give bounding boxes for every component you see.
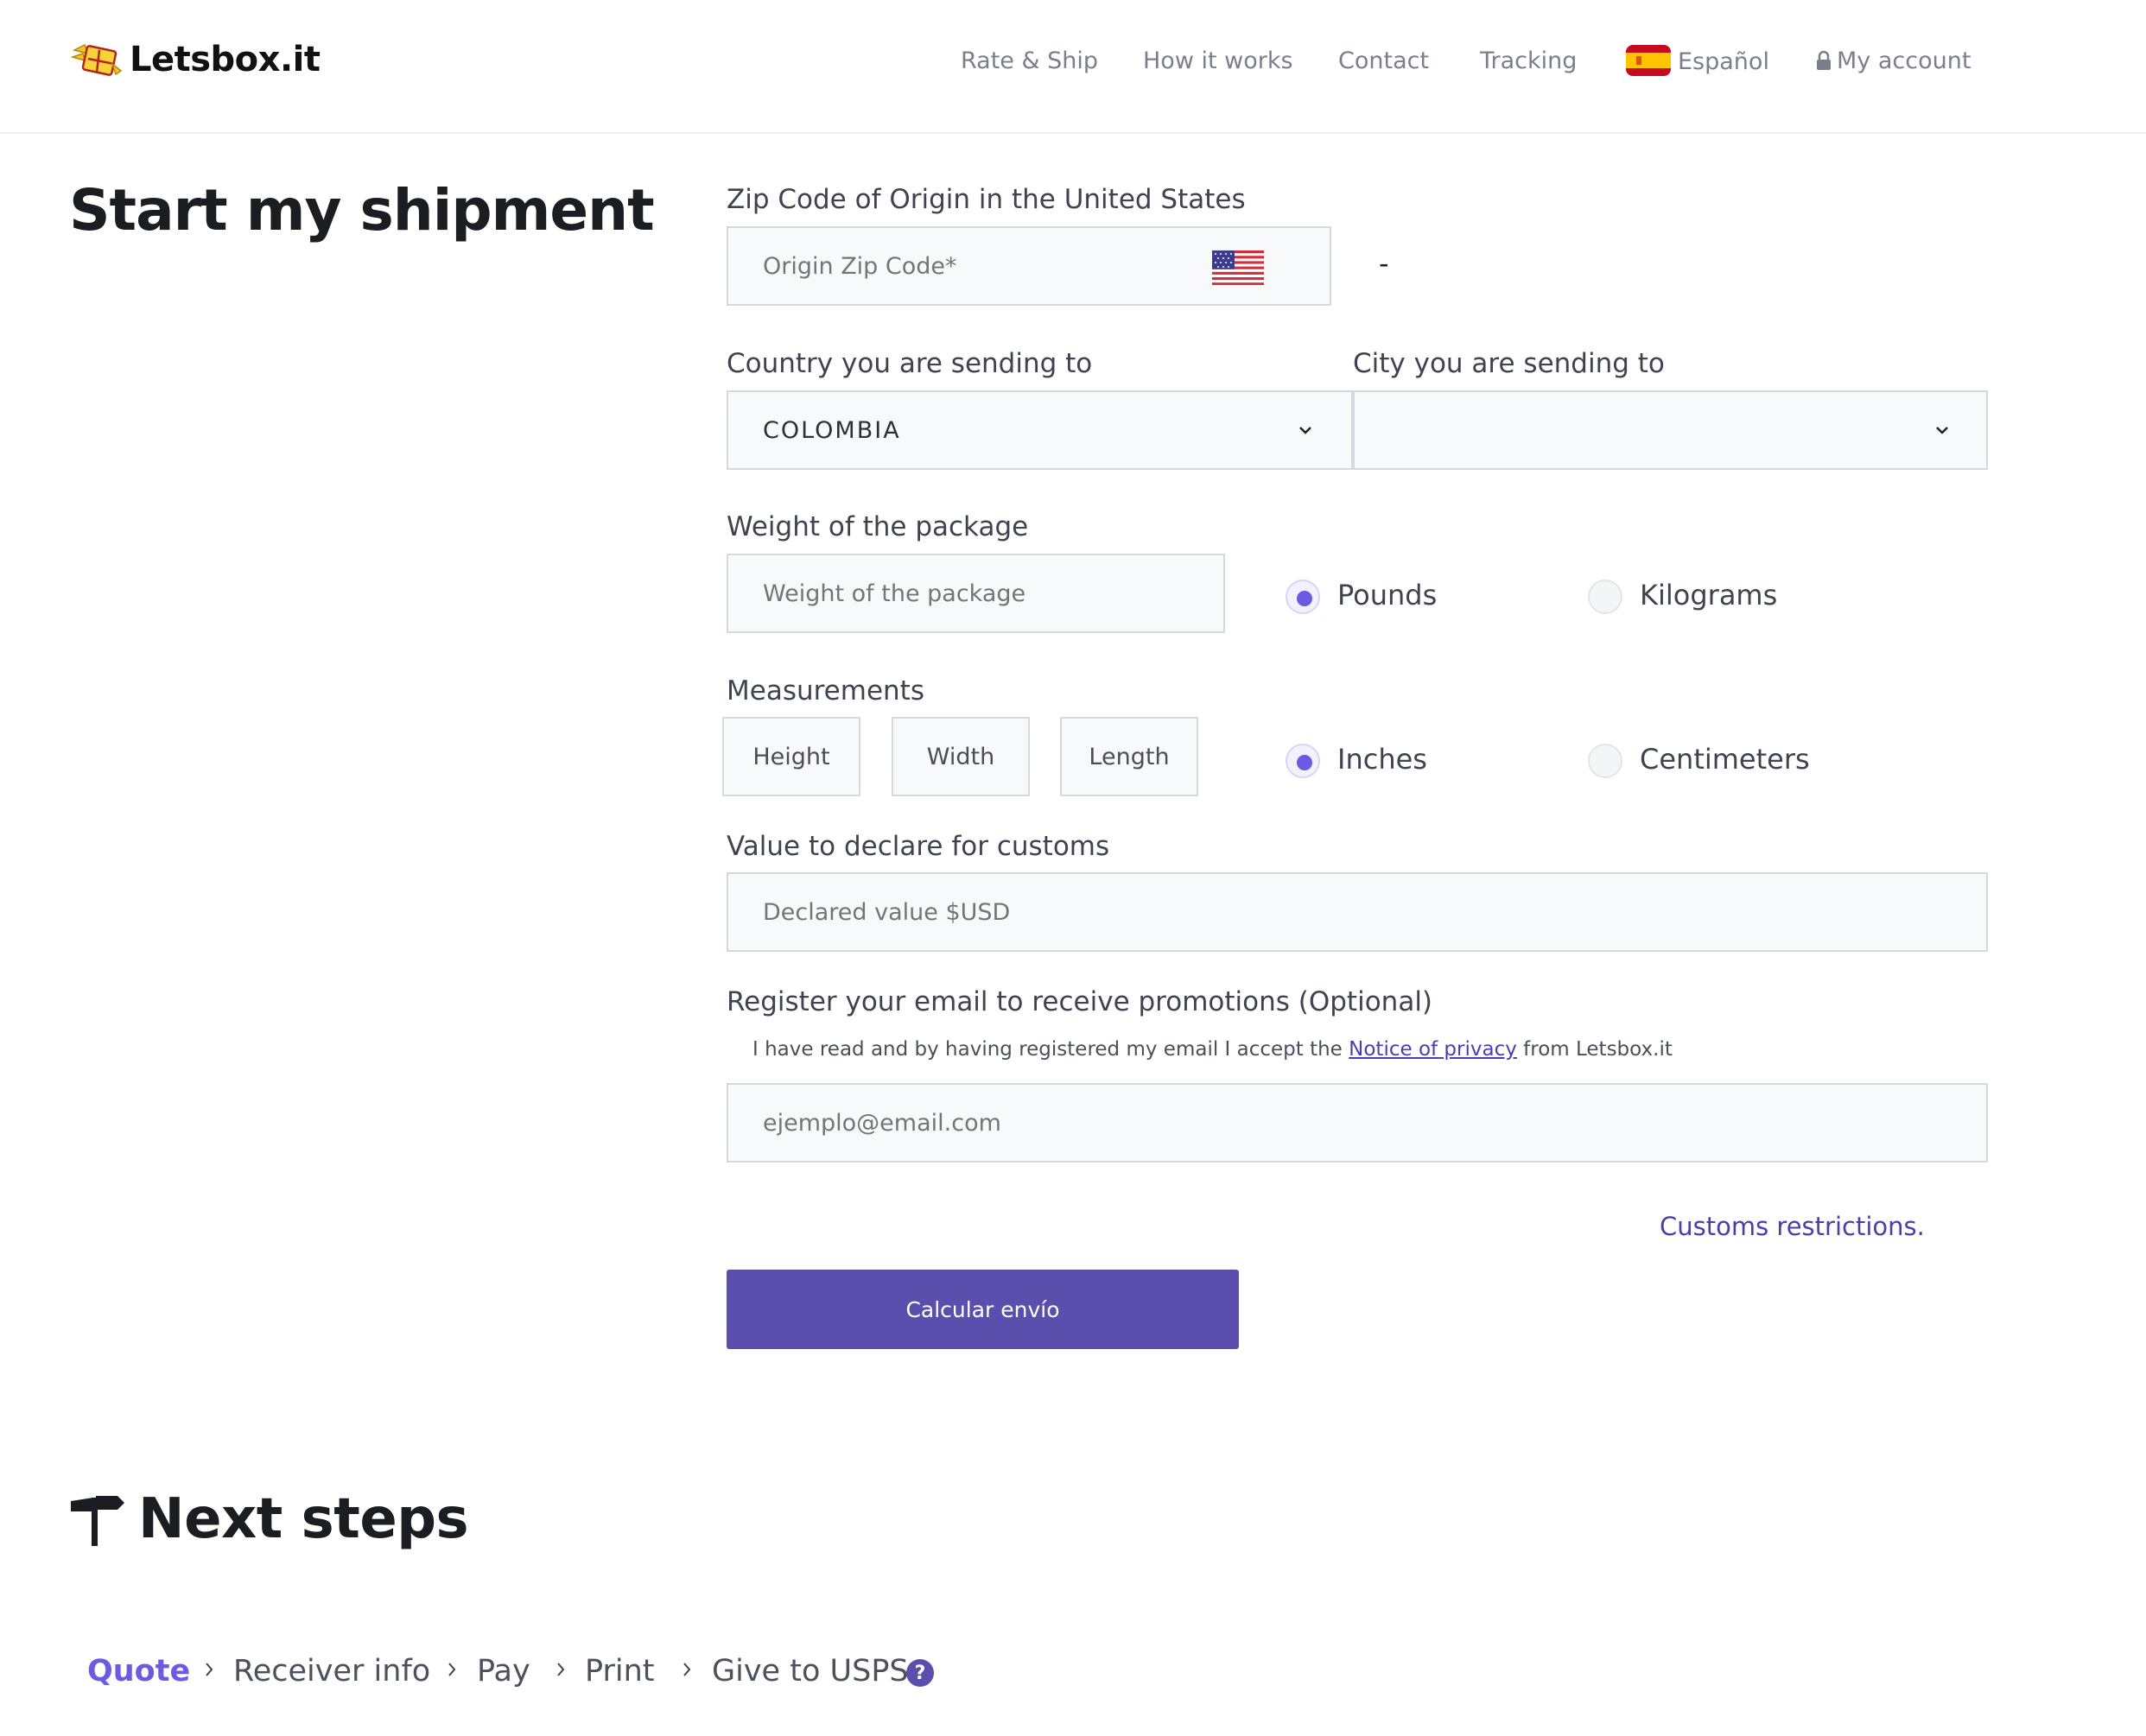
width-placeholder: Width xyxy=(926,743,995,770)
customs-restrictions-link[interactable]: Customs restrictions. xyxy=(1660,1212,1925,1241)
email-label: Register your email to receive promotion… xyxy=(727,986,1433,1017)
step-pay: Pay xyxy=(477,1654,530,1688)
height-placeholder: Height xyxy=(752,743,830,770)
length-field[interactable]: Length xyxy=(1060,717,1198,796)
kilograms-label[interactable]: Kilograms xyxy=(1640,579,1777,611)
measurements-label: Measurements xyxy=(727,675,924,706)
nav-language-label: Español xyxy=(1678,48,1769,75)
inches-radio[interactable] xyxy=(1286,744,1320,778)
page-title: Start my shipment xyxy=(69,177,655,244)
origin-zip-input[interactable] xyxy=(763,228,1195,304)
steps-breadcrumb: Quote Receiver info Pay Print Give to US… xyxy=(0,1654,2146,1697)
origin-zip-field[interactable] xyxy=(727,226,1331,306)
site-header: Letsbox.it Rate & Ship How it works Cont… xyxy=(0,0,2146,134)
origin-zip-label: Zip Code of Origin in the United States xyxy=(727,184,1246,215)
declared-value-field[interactable] xyxy=(727,872,1988,952)
calculate-shipping-button[interactable]: Calcular envío xyxy=(727,1270,1239,1349)
email-input[interactable] xyxy=(763,1085,1886,1161)
pounds-radio[interactable] xyxy=(1286,580,1320,614)
pounds-label[interactable]: Pounds xyxy=(1337,579,1437,611)
declared-value-input[interactable] xyxy=(763,874,1886,950)
email-field[interactable] xyxy=(727,1083,1988,1163)
origin-zip-suffix: - xyxy=(1379,247,1389,280)
nav-contact[interactable]: Contact xyxy=(1338,48,1429,74)
weight-label: Weight of the package xyxy=(727,511,1029,542)
privacy-link[interactable]: Notice of privacy xyxy=(1349,1038,1517,1061)
width-field[interactable]: Width xyxy=(892,717,1030,796)
next-steps-heading: Next steps xyxy=(69,1487,469,1551)
us-flag-icon xyxy=(1212,250,1264,285)
step-quote: Quote xyxy=(87,1654,191,1688)
spain-flag-icon xyxy=(1626,45,1671,76)
question-circle-icon[interactable]: ? xyxy=(906,1659,934,1687)
length-placeholder: Length xyxy=(1089,743,1170,770)
city-label: City you are sending to xyxy=(1353,348,1665,379)
chevron-right-icon xyxy=(206,1663,213,1676)
privacy-text-pre: I have read and by having registered my … xyxy=(752,1038,1343,1061)
step-receiver-info: Receiver info xyxy=(233,1654,431,1688)
nav-how-it-works[interactable]: How it works xyxy=(1143,48,1293,74)
declared-value-label: Value to declare for customs xyxy=(727,831,1110,862)
privacy-notice: I have read and by having registered my … xyxy=(752,1038,1673,1061)
chevron-right-icon xyxy=(683,1663,691,1676)
weight-input[interactable] xyxy=(763,555,1195,631)
chevron-down-icon xyxy=(1299,427,1311,434)
privacy-text-post: from Letsbox.it xyxy=(1523,1038,1673,1061)
centimeters-radio[interactable] xyxy=(1588,744,1622,778)
nav-my-account[interactable]: My account xyxy=(1816,48,1971,74)
nav-rate-ship[interactable]: Rate & Ship xyxy=(961,48,1098,74)
step-give-to-usps: Give to USPS xyxy=(712,1654,909,1688)
chevron-down-icon xyxy=(1936,427,1948,434)
main-nav: Rate & Ship How it works Contact Trackin… xyxy=(0,45,2146,82)
chevron-right-icon xyxy=(557,1663,565,1676)
inches-label[interactable]: Inches xyxy=(1337,743,1427,776)
country-label: Country you are sending to xyxy=(727,348,1093,379)
nav-tracking[interactable]: Tracking xyxy=(1480,48,1577,74)
centimeters-label[interactable]: Centimeters xyxy=(1640,743,1810,776)
nav-language[interactable]: Español xyxy=(1626,45,1769,76)
height-field[interactable]: Height xyxy=(722,717,860,796)
weight-field[interactable] xyxy=(727,554,1225,633)
chevron-right-icon xyxy=(448,1663,456,1676)
country-select-value: COLOMBIA xyxy=(763,416,901,444)
nav-my-account-label: My account xyxy=(1837,48,1971,74)
lock-icon xyxy=(1817,51,1831,70)
country-select[interactable]: COLOMBIA xyxy=(727,390,1353,470)
signpost-icon xyxy=(71,1496,124,1546)
next-steps-title: Next steps xyxy=(138,1487,469,1551)
city-select[interactable] xyxy=(1353,390,1988,470)
kilograms-radio[interactable] xyxy=(1588,580,1622,614)
step-print: Print xyxy=(585,1654,655,1688)
